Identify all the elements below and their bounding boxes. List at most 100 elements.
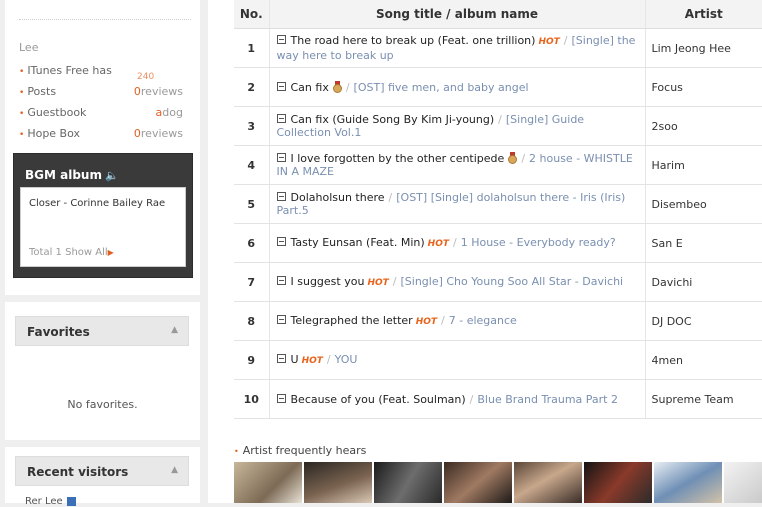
favorites-header[interactable]: Favorites ▲ xyxy=(15,316,189,346)
artist-cell[interactable]: DJ DOC xyxy=(645,301,762,341)
artist-cell[interactable]: Lim Jeong Hee xyxy=(645,28,762,68)
menu-item-hope-box[interactable]: • Hope Box 0reviews xyxy=(19,127,191,147)
song-title-link[interactable]: The road here to break up (Feat. one tri… xyxy=(291,34,536,47)
song-title-link[interactable]: Can fix xyxy=(291,81,329,94)
song-title-link[interactable]: Telegraphed the letter xyxy=(291,314,413,327)
hot-badge: HOT xyxy=(538,37,560,47)
artist-cell[interactable]: Supreme Team xyxy=(645,379,762,419)
play-icon[interactable] xyxy=(276,353,286,363)
artist-cell[interactable]: Davichi xyxy=(645,262,762,302)
song-title-link[interactable]: U xyxy=(291,353,299,366)
artist-thumbnail[interactable] xyxy=(304,462,372,503)
menu-item-itunes[interactable]: • ITunes Free has 240 xyxy=(19,64,191,84)
play-icon[interactable] xyxy=(276,393,286,403)
table-row: 6 Tasty Eunsan (Feat. Min) HOT / 1 House - E… xyxy=(234,223,762,263)
separator: / xyxy=(453,235,457,249)
artist-cell[interactable]: 2soo xyxy=(645,106,762,146)
rank-cell: 4 xyxy=(234,145,270,185)
artist-cell[interactable]: Disembeo xyxy=(645,184,762,224)
recent-visitors-header[interactable]: Recent visitors ▲ xyxy=(15,456,189,486)
title-cell: I love forgotten by the other centipede /… xyxy=(269,145,646,185)
medal-icon xyxy=(332,80,342,93)
favorites-empty-text: No favorites. xyxy=(67,398,138,411)
play-icon[interactable] xyxy=(276,236,286,246)
artist-thumbnail[interactable] xyxy=(654,462,722,503)
speaker-icon[interactable]: 🔈 xyxy=(105,169,119,182)
album-link[interactable]: 1 House - Everybody ready? xyxy=(461,236,616,249)
album-link[interactable]: [Single] Cho Young Soo All Star - Davich… xyxy=(400,275,623,288)
play-icon[interactable] xyxy=(276,192,286,201)
bullet-icon: • xyxy=(19,130,25,140)
title-cell: Because of you (Feat. Soulman) / Blue Bran… xyxy=(269,379,646,419)
song-title-link[interactable]: Tasty Eunsan (Feat. Min) xyxy=(291,236,425,249)
song-title-link[interactable]: I love forgotten by the other centipede xyxy=(291,152,505,165)
recent-visitors-panel: Recent visitors ▲ Rer Lee xyxy=(5,447,200,507)
artist-thumbnail[interactable] xyxy=(514,462,582,503)
play-icon[interactable] xyxy=(276,35,286,44)
hot-badge: HOT xyxy=(427,238,449,249)
rank-cell: 3 xyxy=(234,106,270,146)
rank-cell: 5 xyxy=(234,184,270,224)
table-row: 2 Can fix / [OST] five men, and baby angel F… xyxy=(234,67,762,107)
play-icon[interactable] xyxy=(276,314,286,324)
hot-badge: HOT xyxy=(301,355,323,366)
user-name: Lee xyxy=(19,41,39,54)
artist-cell[interactable]: San E xyxy=(645,223,762,263)
artist-cell[interactable]: Focus xyxy=(645,67,762,107)
separator: / xyxy=(388,191,393,204)
artist-thumbnail[interactable] xyxy=(724,462,762,503)
song-title-link[interactable]: Because of you (Feat. Soulman) xyxy=(291,393,466,406)
song-title-link[interactable]: Can fix (Guide Song By Kim Ji-young) xyxy=(291,113,495,126)
play-icon[interactable] xyxy=(276,275,286,285)
artist-cell[interactable]: Harim xyxy=(645,145,762,185)
separator: / xyxy=(469,392,474,406)
column-header-title: Song title / album name xyxy=(269,0,646,29)
bgm-album-box: BGM album 🔈 Closer - Corinne Bailey Rae T… xyxy=(13,153,193,278)
show-all-link[interactable]: Show All xyxy=(65,247,108,258)
menu-item-guestbook[interactable]: • Guestbook adog xyxy=(19,106,191,126)
recent-visitor[interactable]: Rer Lee xyxy=(25,496,76,507)
artist-cell[interactable]: 4men xyxy=(645,340,762,380)
menu-item-posts[interactable]: • Posts 0reviews xyxy=(19,85,191,105)
table-row: 10 Because of you (Feat. Soulman) / Blue Br… xyxy=(234,379,762,419)
menu-item-label: Hope Box xyxy=(27,127,81,140)
title-cell: The road here to break up (Feat. one tri… xyxy=(269,28,646,68)
album-link[interactable]: 7 - elegance xyxy=(449,314,517,327)
table-row: 1 The road here to break up (Feat. one tr… xyxy=(234,28,762,68)
rank-cell: 2 xyxy=(234,67,270,107)
favorites-panel: Favorites ▲ No favorites. xyxy=(5,302,200,440)
separator: / xyxy=(345,80,350,94)
menu-item-label: ITunes Free has xyxy=(27,64,112,77)
album-link[interactable]: YOU xyxy=(335,353,358,366)
album-link[interactable]: Blue Brand Trauma Part 2 xyxy=(477,393,618,406)
arrow-right-icon: ▶ xyxy=(107,248,114,257)
artist-thumbnail[interactable] xyxy=(584,462,652,503)
bgm-song[interactable]: Closer - Corinne Bailey Rae xyxy=(29,198,165,209)
bullet-icon: • xyxy=(19,88,25,98)
rank-cell: 7 xyxy=(234,262,270,302)
menu-item-label: Guestbook xyxy=(27,106,87,119)
song-title-link[interactable]: Dolaholsun there xyxy=(291,191,385,204)
play-icon[interactable] xyxy=(276,81,286,91)
artist-thumbnail[interactable] xyxy=(374,462,442,503)
separator: / xyxy=(521,152,526,165)
bgm-title: BGM album 🔈 xyxy=(25,168,119,182)
play-icon[interactable] xyxy=(276,153,286,162)
column-header-artist: Artist xyxy=(645,0,762,29)
frequent-artists-label: • Artist frequently hears xyxy=(234,444,367,457)
caret-up-icon[interactable]: ▲ xyxy=(171,325,178,335)
separator: / xyxy=(441,313,445,327)
column-header-no: No. xyxy=(234,0,270,29)
menu-item-label: Posts xyxy=(27,85,57,98)
title-cell: Dolaholsun there / [OST] [Single] dolahols… xyxy=(269,184,646,224)
caret-up-icon[interactable]: ▲ xyxy=(171,465,178,475)
play-icon[interactable] xyxy=(276,114,286,123)
separator: / xyxy=(563,34,568,47)
table-row: 7I suggest you HOT / [Single] Cho Young Soo… xyxy=(234,262,762,302)
song-title-link[interactable]: I suggest you xyxy=(291,275,365,288)
artist-thumbnail[interactable] xyxy=(234,462,302,503)
menu-item-count: adog xyxy=(155,106,183,119)
album-link[interactable]: [OST] five men, and baby angel xyxy=(354,81,529,94)
divider xyxy=(19,19,191,20)
artist-thumbnail[interactable] xyxy=(444,462,512,503)
